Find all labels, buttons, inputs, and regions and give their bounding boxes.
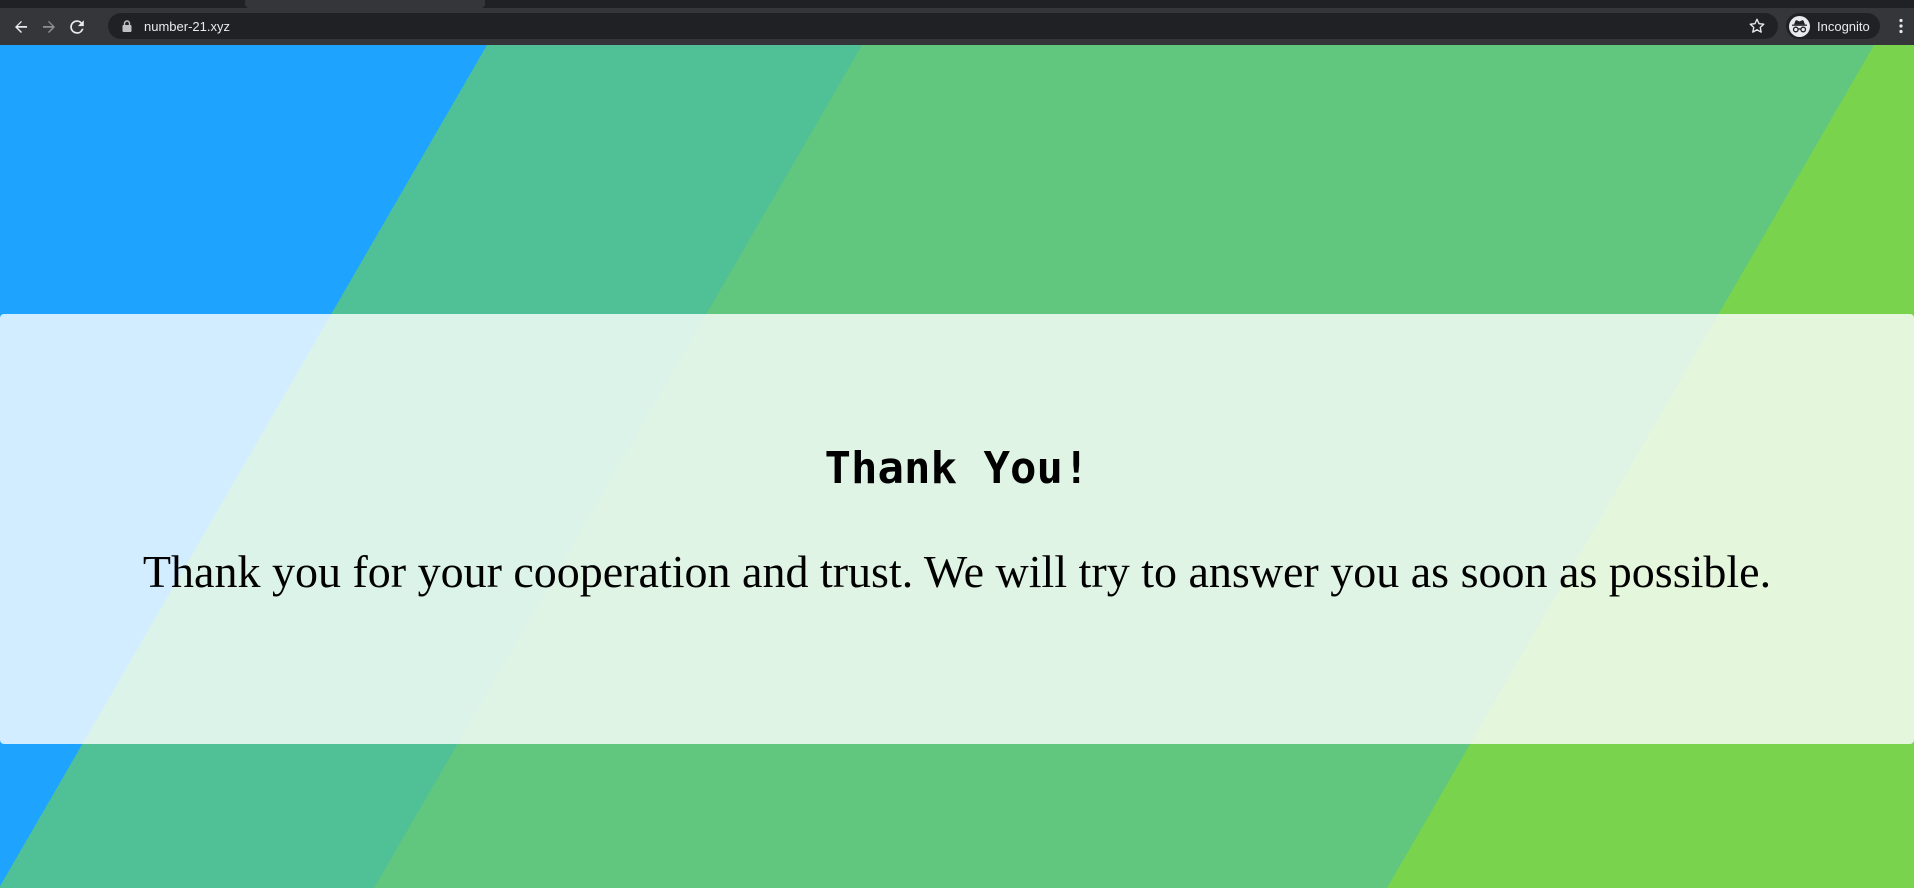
url-text[interactable]: number-21.xyz (144, 19, 230, 34)
address-bar[interactable]: number-21.xyz (108, 13, 1778, 39)
arrow-right-icon (43, 20, 55, 33)
thank-you-card: Thank You! Thank you for your cooperatio… (0, 314, 1914, 744)
thank-you-message: Thank you for your cooperation and trust… (142, 546, 1772, 597)
browser-chrome: number-21.xyz Incognito (0, 0, 1914, 45)
tab[interactable] (245, 0, 485, 8)
tab-strip (0, 0, 1914, 8)
reload-button[interactable] (65, 15, 89, 39)
kebab-menu-icon[interactable] (1891, 16, 1911, 36)
arrow-left-icon (15, 20, 27, 33)
page-title: Thank You! (824, 443, 1090, 494)
star-icon[interactable] (1748, 17, 1766, 35)
incognito-profile-button[interactable]: Incognito (1786, 13, 1880, 39)
incognito-icon (1789, 15, 1810, 37)
back-button[interactable] (9, 15, 33, 39)
lock-icon[interactable] (122, 19, 134, 33)
reload-icon (70, 19, 84, 34)
browser-toolbar: number-21.xyz Incognito (0, 8, 1914, 45)
forward-button[interactable] (37, 15, 61, 39)
incognito-label: Incognito (1817, 18, 1870, 34)
page-viewport: Thank You! Thank you for your cooperatio… (0, 45, 1914, 888)
